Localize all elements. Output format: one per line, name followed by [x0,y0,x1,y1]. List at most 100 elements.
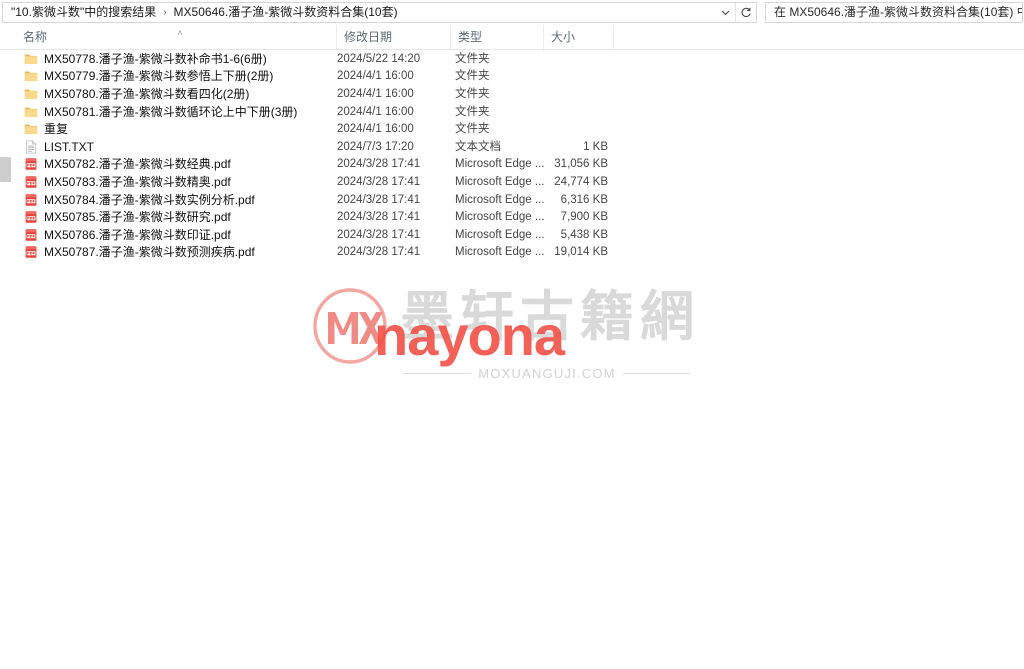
file-type-cell: 文件夹 [455,70,490,83]
svg-text:PDF: PDF [27,182,36,186]
table-row[interactable]: MX50781.潘子渔-紫微斗数循环论上中下册(3册) 2024/4/1 16:0… [0,103,1024,121]
column-header-name-label: 名称 [23,30,48,44]
breadcrumb[interactable]: "10.紫微斗数"中的搜索结果 › MX50646.潘子渔-紫微斗数资料合集(1… [3,4,715,21]
address-bar-buttons [715,3,756,22]
explorer-toolbar: "10.紫微斗数"中的搜索结果 › MX50646.潘子渔-紫微斗数资料合集(1… [0,0,1024,25]
folder-icon [24,87,38,101]
refresh-icon[interactable] [735,3,756,22]
file-name-label: LIST.TXT [44,139,95,154]
address-bar[interactable]: "10.紫微斗数"中的搜索结果 › MX50646.潘子渔-紫微斗数资料合集(1… [2,2,757,23]
table-row[interactable]: PDF MX50787.潘子渔-紫微斗数预测疾病.pdf 2024/3/28 17:… [0,244,1024,262]
text-file-icon [24,140,38,154]
file-name-cell[interactable]: MX50780.潘子渔-紫微斗数看四化(2册) [24,87,249,101]
svg-text:PDF: PDF [27,234,36,238]
table-row[interactable]: PDF MX50785.潘子渔-紫微斗数研究.pdf 2024/3/28 17:41… [0,208,1024,226]
table-row[interactable]: PDF MX50783.潘子渔-紫微斗数精奥.pdf 2024/3/28 17:41… [0,173,1024,191]
file-date-cell: 2024/3/28 17:41 [337,211,421,224]
chevron-down-icon[interactable] [715,3,735,22]
file-name-cell[interactable]: PDF MX50787.潘子渔-紫微斗数预测疾病.pdf [24,245,255,259]
file-date-cell: 2024/4/1 16:00 [337,123,414,136]
folder-icon [24,105,38,119]
file-date-cell: 2024/3/28 17:41 [337,193,421,206]
file-name-cell[interactable]: MX50781.潘子渔-紫微斗数循环论上中下册(3册) [24,105,297,119]
table-row[interactable]: PDF MX50782.潘子渔-紫微斗数经典.pdf 2024/3/28 17:41… [0,156,1024,174]
file-date-cell: 2024/4/1 16:00 [337,87,414,100]
file-type-cell: 文件夹 [455,87,490,100]
svg-text:PDF: PDF [27,199,36,203]
column-header-type[interactable]: 类型 [451,25,544,49]
column-header-size[interactable]: 大小 [544,25,614,49]
table-row[interactable]: MX50780.潘子渔-紫微斗数看四化(2册) 2024/4/1 16:00 文件夹 [0,85,1024,103]
file-date-cell: 2024/7/3 17:20 [337,140,414,153]
svg-text:PDF: PDF [27,252,36,256]
breadcrumb-item-search-results[interactable]: "10.紫微斗数"中的搜索结果 [8,4,159,21]
file-name-label: MX50785.潘子渔-紫微斗数研究.pdf [44,210,231,225]
file-type-cell: 文本文档 [455,140,501,153]
table-row[interactable]: MX50779.潘子渔-紫微斗数参悟上下册(2册) 2024/4/1 16:00 文… [0,68,1024,86]
column-header-size-label: 大小 [551,30,576,44]
file-name-cell[interactable]: MX50778.潘子渔-紫微斗数补命书1-6(6册) [24,52,267,66]
file-name-label: MX50778.潘子渔-紫微斗数补命书1-6(6册) [44,51,267,66]
pdf-file-icon: PDF [24,193,38,207]
folder-icon [24,52,38,66]
file-name-cell[interactable]: 重复 [24,122,68,136]
pdf-file-icon: PDF [24,157,38,171]
svg-text:PDF: PDF [27,164,36,168]
file-name-cell[interactable]: PDF MX50784.潘子渔-紫微斗数实例分析.pdf [24,193,255,207]
breadcrumb-separator-icon: › [163,7,167,18]
file-date-cell: 2024/5/22 14:20 [337,52,421,65]
table-row[interactable]: LIST.TXT 2024/7/3 17:20 文本文档 1 KB [0,138,1024,156]
file-size-cell: 6,316 KB [560,193,608,206]
file-date-cell: 2024/3/28 17:41 [337,228,421,241]
column-header-date-label: 修改日期 [344,30,393,44]
file-name-cell[interactable]: PDF MX50785.潘子渔-紫微斗数研究.pdf [24,210,231,224]
table-row[interactable]: PDF MX50786.潘子渔-紫微斗数印证.pdf 2024/3/28 17:41… [0,226,1024,244]
file-type-cell: 文件夹 [455,105,490,118]
file-name-cell[interactable]: MX50779.潘子渔-紫微斗数参悟上下册(2册) [24,69,273,83]
column-header-type-label: 类型 [458,30,483,44]
file-date-cell: 2024/4/1 16:00 [337,70,414,83]
file-name-label: 重复 [44,122,69,137]
column-header-date[interactable]: 修改日期 [337,25,451,49]
navigation-pane-scrollbar-thumb[interactable] [0,157,11,182]
file-name-cell[interactable]: PDF MX50783.潘子渔-紫微斗数精奥.pdf [24,175,231,189]
svg-text:PDF: PDF [27,217,36,221]
file-name-cell[interactable]: PDF MX50782.潘子渔-紫微斗数经典.pdf [24,157,231,171]
file-name-label: MX50781.潘子渔-紫微斗数循环论上中下册(3册) [44,104,298,119]
table-row[interactable]: 重复 2024/4/1 16:00 文件夹 [0,120,1024,138]
search-input[interactable]: 在 MX50646.潘子渔-紫微斗数资料合集(10套) 中搜索 [765,2,1023,23]
folder-icon [24,122,38,136]
file-name-label: MX50780.潘子渔-紫微斗数看四化(2册) [44,86,250,101]
file-name-label: MX50783.潘子渔-紫微斗数精奥.pdf [44,174,231,189]
file-type-cell: 文件夹 [455,52,490,65]
folder-icon [24,69,38,83]
file-size-cell: 24,774 KB [554,175,608,188]
file-name-label: MX50779.潘子渔-紫微斗数参悟上下册(2册) [44,69,274,84]
pdf-file-icon: PDF [24,228,38,242]
file-name-cell[interactable]: PDF MX50786.潘子渔-紫微斗数印证.pdf [24,228,231,242]
file-name-label: MX50786.潘子渔-紫微斗数印证.pdf [44,227,231,242]
file-date-cell: 2024/3/28 17:41 [337,246,421,259]
file-size-cell: 19,014 KB [554,246,608,259]
pdf-file-icon: PDF [24,245,38,259]
file-size-cell: 7,900 KB [560,211,608,224]
file-type-cell: 文件夹 [455,123,490,136]
file-size-cell: 1 KB [583,140,608,153]
file-name-label: MX50787.潘子渔-紫微斗数预测疾病.pdf [44,245,255,260]
file-date-cell: 2024/3/28 17:41 [337,158,421,171]
breadcrumb-item-current-folder[interactable]: MX50646.潘子渔-紫微斗数资料合集(10套) [171,4,401,21]
file-list[interactable]: MX50778.潘子渔-紫微斗数补命书1-6(6册) 2024/5/22 14:2… [0,50,1024,669]
file-name-label: MX50784.潘子渔-紫微斗数实例分析.pdf [44,192,255,207]
table-row[interactable]: PDF MX50784.潘子渔-紫微斗数实例分析.pdf 2024/3/28 17:… [0,191,1024,209]
search-placeholder: 在 MX50646.潘子渔-紫微斗数资料合集(10套) 中搜索 [774,5,1022,19]
pdf-file-icon: PDF [24,210,38,224]
sort-ascending-icon: ˄ [177,28,183,38]
table-row[interactable]: MX50778.潘子渔-紫微斗数补命书1-6(6册) 2024/5/22 14:2… [0,50,1024,68]
file-name-cell[interactable]: LIST.TXT [24,140,94,154]
pdf-file-icon: PDF [24,175,38,189]
column-header-row: 名称 ˄ 修改日期 类型 大小 [0,25,1024,50]
file-name-label: MX50782.潘子渔-紫微斗数经典.pdf [44,157,231,172]
file-date-cell: 2024/4/1 16:00 [337,105,414,118]
file-date-cell: 2024/3/28 17:41 [337,175,421,188]
file-size-cell: 5,438 KB [560,228,608,241]
